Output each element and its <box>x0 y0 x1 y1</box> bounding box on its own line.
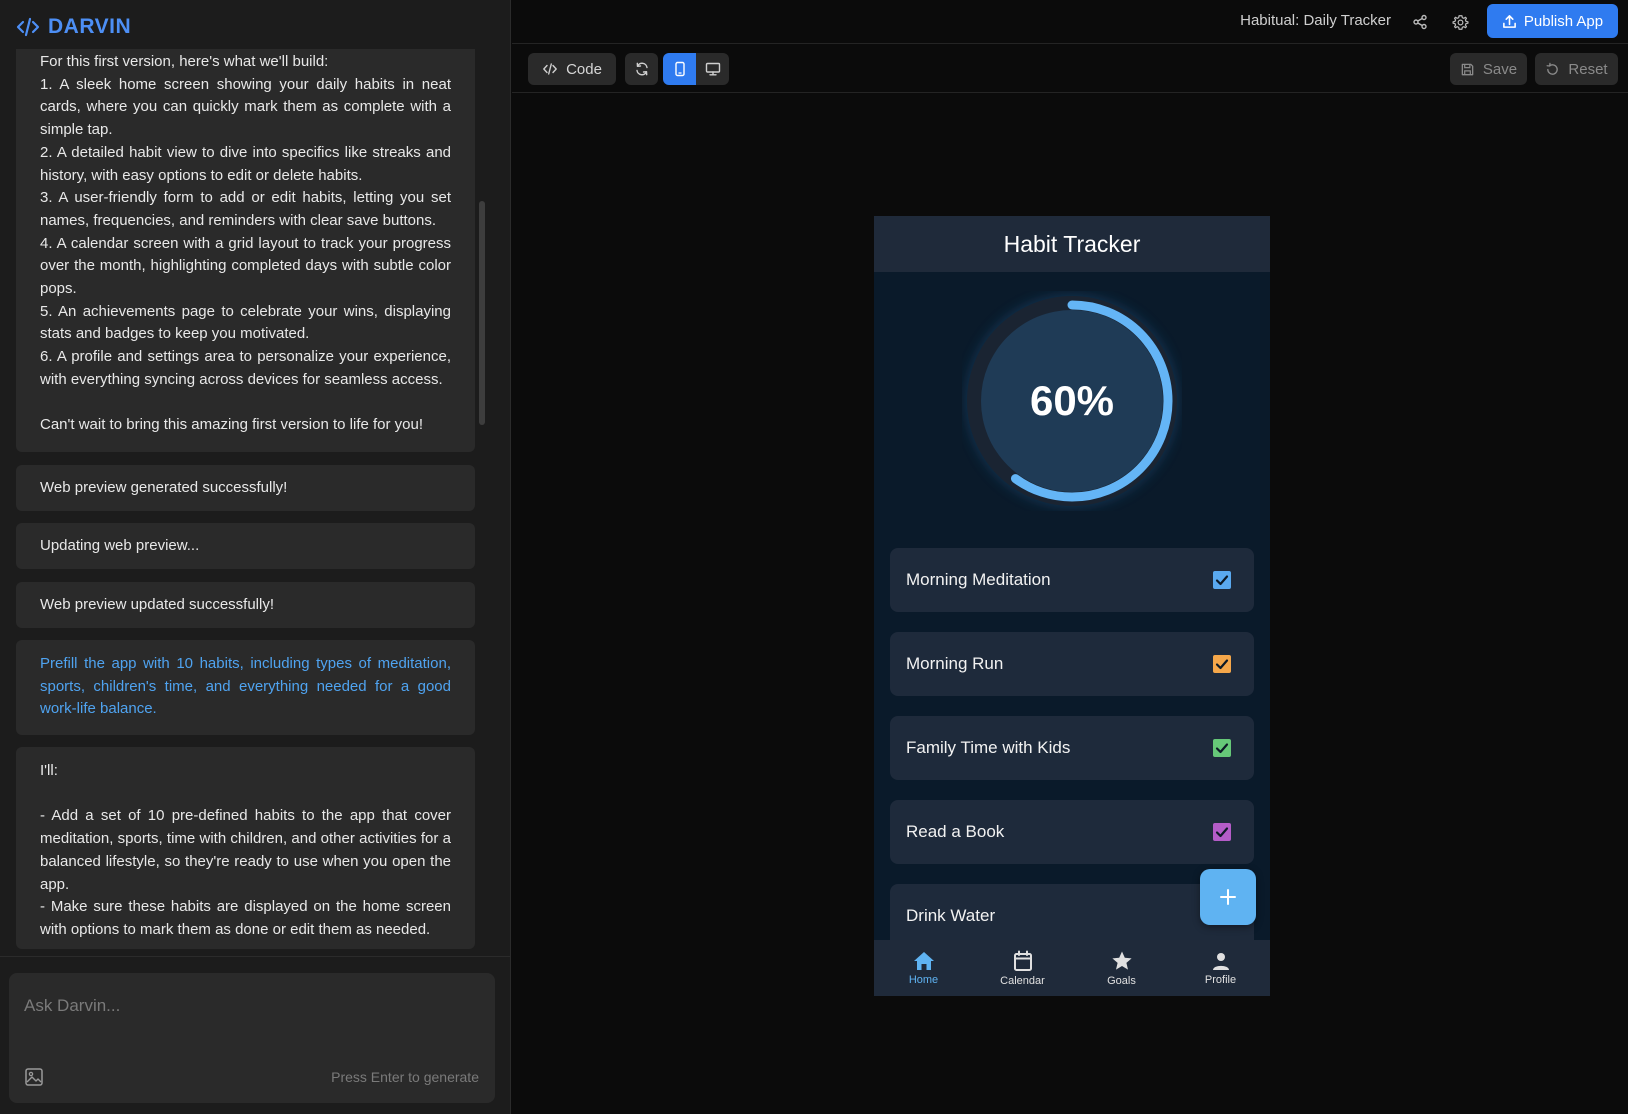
nav-label: Goals <box>1107 974 1136 987</box>
star-icon <box>1111 951 1132 970</box>
refresh-button[interactable] <box>625 53 658 85</box>
plan-line: 4. A calendar screen with a grid layout … <box>40 234 451 298</box>
user-message-text: Prefill the app with 10 habits, includin… <box>40 655 451 718</box>
save-button[interactable]: Save <box>1450 53 1527 85</box>
code-icon <box>543 63 557 75</box>
progress-percent: 60% <box>1029 377 1115 424</box>
calendar-icon <box>1013 950 1032 971</box>
plan-line: 1. A sleek home screen showing your dail… <box>40 75 451 139</box>
save-icon <box>1461 63 1474 75</box>
plan-line: 5. An achievements page to celebrate you… <box>40 302 451 343</box>
reply-intro: I'll: <box>40 762 58 779</box>
brand-name: DARVIN <box>48 15 132 38</box>
habit-card[interactable]: Morning Meditation <box>890 548 1254 612</box>
assistant-plan-message: For this first version, here's what we'l… <box>16 49 475 452</box>
status-text: Updating web preview... <box>40 536 200 554</box>
image-upload-icon[interactable] <box>24 1067 44 1087</box>
publish-app-button[interactable]: Publish App <box>1487 4 1618 38</box>
chat-panel: DARVIN For this first version, here's wh… <box>0 0 511 1114</box>
plan-line: 2. A detailed habit view to dive into sp… <box>40 143 451 184</box>
status-message: Updating web preview... <box>16 523 475 569</box>
assistant-reply-message: I'll: - Add a set of 10 pre-defined habi… <box>16 747 475 949</box>
status-text: Web preview updated successfully! <box>40 595 275 613</box>
status-message: Web preview updated successfully! <box>16 582 475 628</box>
gear-icon <box>1451 14 1469 30</box>
habit-card[interactable]: Read a Book <box>890 800 1254 864</box>
person-icon <box>1212 952 1229 970</box>
publish-app-label: Publish App <box>1523 12 1604 30</box>
preview-header: Habit Tracker <box>874 216 1270 272</box>
plan-line: 6. A profile and settings area to person… <box>40 348 451 388</box>
habit-name: Morning Meditation <box>906 570 1051 589</box>
status-text: Web preview generated successfully! <box>40 478 288 496</box>
upload-icon <box>1502 14 1516 28</box>
desktop-view-button[interactable] <box>696 53 729 85</box>
plan-closing: Can't wait to bring this amazing first v… <box>40 416 424 434</box>
reset-button[interactable]: Reset <box>1535 53 1618 85</box>
chat-scrollbar[interactable] <box>479 201 485 425</box>
app-title: Habitual: Daily Tracker <box>1240 12 1391 29</box>
code-button-label: Code <box>566 60 602 78</box>
monitor-icon <box>705 62 720 76</box>
mobile-preview: Habit Tracker 60% Morning Meditation Mor… <box>874 216 1270 996</box>
brand: DARVIN <box>16 13 131 41</box>
user-message: Prefill the app with 10 habits, includin… <box>16 640 475 735</box>
refresh-icon <box>635 62 648 76</box>
habit-checkbox[interactable] <box>1213 739 1231 757</box>
preview-toolbar: Code Save Reset <box>512 45 1628 93</box>
reset-icon <box>1546 62 1559 75</box>
habit-name: Drink Water <box>906 906 996 925</box>
habit-name: Family Time with Kids <box>906 738 1071 757</box>
save-button-label: Save <box>1482 60 1518 78</box>
divider <box>0 956 511 957</box>
nav-calendar[interactable]: Calendar <box>973 940 1072 996</box>
chat-history[interactable]: For this first version, here's what we'l… <box>0 49 511 956</box>
share-icon <box>1413 14 1427 30</box>
smartphone-icon <box>674 61 685 77</box>
reply-point: - Make sure these habits are displayed o… <box>40 898 451 938</box>
progress-ring: 60% <box>962 291 1182 511</box>
status-message: Web preview generated successfully! <box>16 465 475 511</box>
preview-title: Habit Tracker <box>1003 230 1141 257</box>
nav-profile[interactable]: Profile <box>1171 940 1270 996</box>
habit-card[interactable]: Morning Run <box>890 632 1254 696</box>
bottom-navigation: Home Calendar Goals Profile <box>874 940 1270 996</box>
reply-point: - Add a set of 10 pre-defined habits to … <box>40 807 451 893</box>
habit-name: Morning Run <box>906 654 1004 673</box>
habit-checkbox[interactable] <box>1213 823 1231 841</box>
habit-checkbox[interactable] <box>1213 571 1231 589</box>
habit-card[interactable]: Family Time with Kids <box>890 716 1254 780</box>
plan-line: For this first version, here's what we'l… <box>40 53 329 70</box>
nav-goals[interactable]: Goals <box>1072 940 1171 996</box>
prompt-input[interactable] <box>24 991 464 1021</box>
nav-home[interactable]: Home <box>874 940 973 996</box>
nav-label: Profile <box>1204 973 1237 986</box>
top-bar: Habitual: Daily Tracker Publish App <box>512 0 1628 44</box>
add-habit-button[interactable] <box>1200 869 1256 925</box>
code-button[interactable]: Code <box>528 53 616 85</box>
plan-line: 3. A user-friendly form to add or edit h… <box>40 189 451 229</box>
home-icon <box>913 951 934 970</box>
mobile-view-button[interactable] <box>663 53 696 85</box>
composer-hint: Press Enter to generate <box>331 1069 479 1085</box>
composer: Press Enter to generate <box>9 973 495 1103</box>
share-button[interactable] <box>1409 11 1431 33</box>
code-logo-icon <box>16 17 40 37</box>
habit-name: Read a Book <box>906 822 1005 841</box>
reset-button-label: Reset <box>1568 60 1608 78</box>
settings-button[interactable] <box>1449 11 1471 33</box>
nav-label: Home <box>908 973 939 986</box>
habit-checkbox[interactable] <box>1213 655 1231 673</box>
plus-icon <box>1220 889 1236 905</box>
nav-label: Calendar <box>1000 974 1045 987</box>
